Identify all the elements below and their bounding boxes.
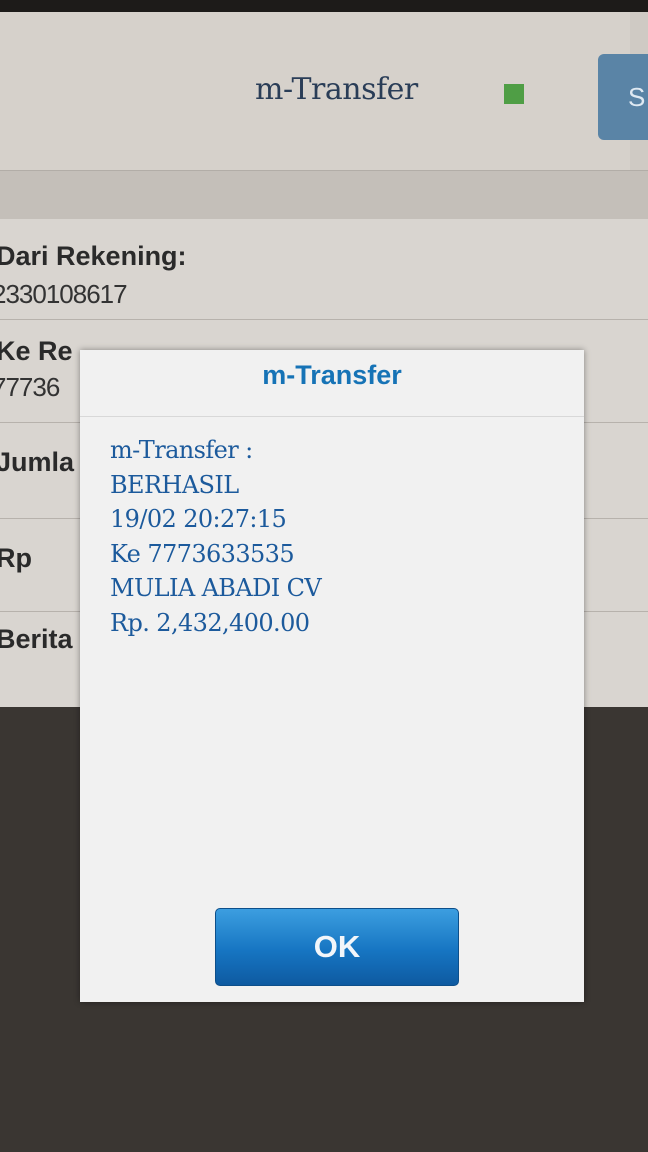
ok-button[interactable]: OK bbox=[215, 908, 459, 986]
note-label: Berita bbox=[0, 624, 73, 654]
send-button[interactable]: S bbox=[598, 54, 648, 140]
from-account-value: 2330108617 bbox=[0, 279, 128, 309]
result-dialog: m-Transfer m-Transfer : BERHASIL 19/02 2… bbox=[80, 350, 584, 1002]
to-account-label: Ke Re bbox=[0, 336, 73, 366]
to-account-value: 77736 bbox=[0, 372, 60, 402]
from-account-row: Dari Rekening: 2330108617 bbox=[0, 219, 648, 320]
status-bar bbox=[0, 0, 648, 12]
message-line: Rp. 2,432,400.00 bbox=[110, 608, 310, 637]
message-line: MULIA ABADI CV bbox=[110, 574, 322, 602]
header-divider bbox=[0, 170, 648, 220]
amount-label: Jumla bbox=[0, 447, 75, 477]
currency-label: Rp bbox=[0, 543, 32, 573]
status-indicator-icon bbox=[504, 84, 524, 104]
message-line: Ke 7773633535 bbox=[110, 539, 295, 568]
dialog-divider bbox=[80, 416, 584, 417]
message-line: m-Transfer : bbox=[110, 436, 253, 464]
message-line: 19/02 20:27:15 bbox=[110, 505, 287, 533]
dialog-title: m-Transfer bbox=[262, 360, 402, 390]
app-header: m-Transfer bbox=[0, 12, 630, 170]
from-account-label: Dari Rekening: bbox=[0, 241, 187, 271]
dialog-message: m-Transfer : BERHASIL 19/02 20:27:15 Ke … bbox=[110, 433, 550, 640]
message-line: BERHASIL bbox=[110, 470, 239, 499]
app-title: m-Transfer bbox=[255, 72, 418, 107]
